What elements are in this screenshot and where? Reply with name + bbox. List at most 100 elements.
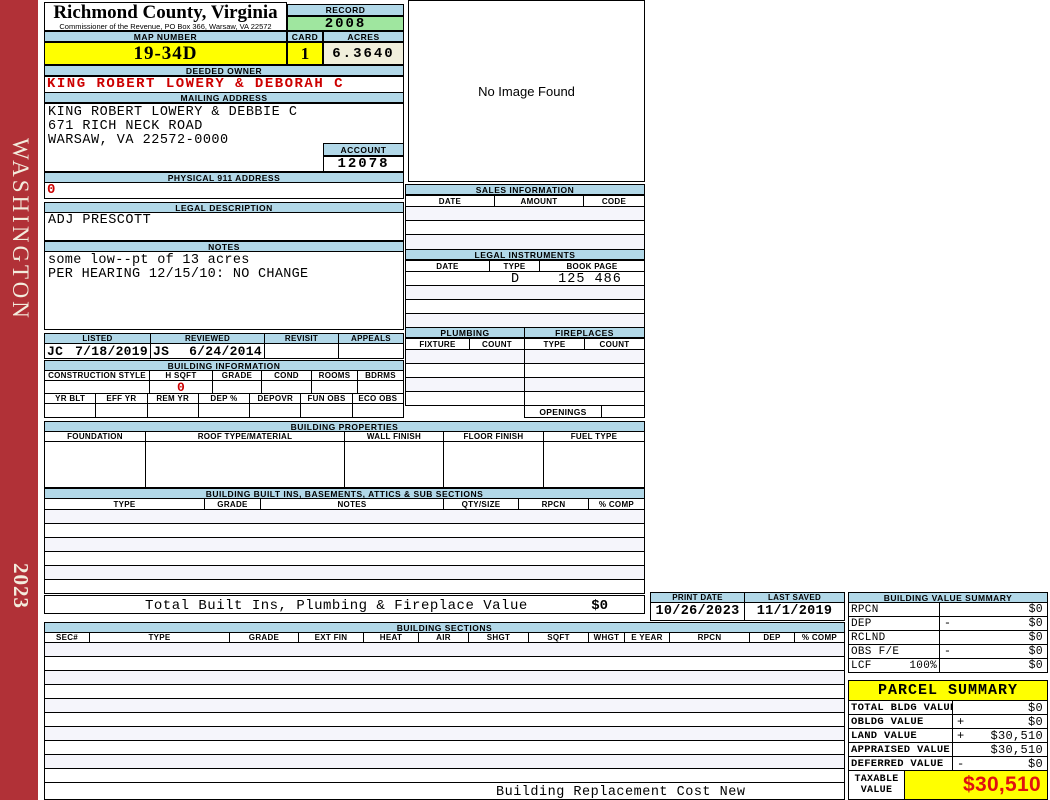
parcel-row: DEFERRED VALUE - $0 bbox=[848, 756, 1048, 771]
bp-fuel-value bbox=[544, 442, 644, 487]
sales-empty-row bbox=[405, 206, 645, 221]
plumbing-empty-row bbox=[405, 349, 645, 364]
bp-col-fuel: FUEL TYPE bbox=[570, 432, 618, 441]
building-sections-empty-row bbox=[44, 712, 845, 727]
bvs-value: $0 bbox=[1028, 645, 1043, 658]
bvs-row: DEP - $0 bbox=[848, 616, 1048, 631]
reviewed-label: REVIEWED bbox=[151, 334, 265, 343]
bs-col-type: TYPE bbox=[90, 633, 230, 642]
bi-col-cond: COND bbox=[262, 371, 312, 380]
building-sections-footer-row: Building Replacement Cost New bbox=[44, 782, 845, 800]
building-sections-empty-row bbox=[44, 768, 845, 783]
bp-wall-value bbox=[345, 442, 444, 487]
parcel-row: OBLDG VALUE + $0 bbox=[848, 714, 1048, 729]
plumbing-empty-row bbox=[405, 377, 645, 392]
taxable-value-label: TAXABLE VALUE bbox=[849, 771, 905, 799]
bi-col-remyr: REM YR bbox=[148, 394, 199, 403]
built-ins-empty-row bbox=[44, 523, 645, 538]
legal-instruments-title: LEGAL INSTRUMENTS bbox=[405, 249, 645, 260]
replacement-cost-note: Building Replacement Cost New bbox=[496, 785, 746, 800]
built-ins-empty-row bbox=[44, 551, 645, 566]
bi-hsqft-value: 0 bbox=[150, 381, 213, 393]
parcel-row: LAND VALUE + $30,510 bbox=[848, 728, 1048, 743]
bvs-value: $0 bbox=[1028, 631, 1043, 644]
bvs-row: LCF 100% $0 bbox=[848, 658, 1048, 673]
account-label: ACCOUNT bbox=[323, 143, 404, 156]
county-header: Richmond County, Virginia Commissioner o… bbox=[44, 2, 287, 31]
legal-instrument-empty-row bbox=[405, 285, 645, 300]
building-sections-empty-row bbox=[44, 670, 845, 685]
bvs-value: $0 bbox=[1028, 617, 1043, 630]
li-col-date: DATE bbox=[406, 261, 490, 271]
bi-construction-style-value bbox=[45, 381, 150, 393]
li-bookpage-value: 125 486 bbox=[558, 272, 622, 286]
bi-col-hsqft: H SQFT bbox=[150, 371, 213, 380]
property-image-panel: No Image Found bbox=[408, 0, 645, 182]
sales-information-title: SALES INFORMATION bbox=[405, 184, 645, 195]
appeals-cell bbox=[339, 344, 403, 358]
taxable-value-amount: $30,510 bbox=[905, 771, 1047, 799]
bvs-row: RCLND $0 bbox=[848, 630, 1048, 645]
legal-instrument-empty-row bbox=[405, 313, 645, 328]
card-label: CARD bbox=[287, 31, 323, 42]
reviewed-by: JS bbox=[153, 344, 170, 358]
bvs-row-label: LCF bbox=[851, 659, 872, 672]
bi-bdrms-value bbox=[358, 381, 403, 393]
bvs-row: RPCN $0 bbox=[848, 602, 1048, 617]
parcel-value: $30,510 bbox=[990, 729, 1043, 742]
building-sections-empty-row bbox=[44, 684, 845, 699]
last-saved-label: LAST SAVED bbox=[745, 593, 844, 602]
parcel-value: $0 bbox=[1027, 715, 1043, 728]
openings-label: OPENINGS bbox=[525, 406, 602, 417]
legal-instrument-empty-row bbox=[405, 299, 645, 314]
bs-col-heat: HEAT bbox=[364, 633, 419, 642]
bs-col-grade: GRADE bbox=[230, 633, 299, 642]
plumbing-empty-row bbox=[405, 391, 645, 406]
parcel-row-label: TOTAL BLDG VALUE bbox=[851, 701, 953, 714]
openings-value bbox=[602, 406, 644, 417]
sales-col-code: CODE bbox=[601, 196, 627, 206]
sales-col-date: DATE bbox=[406, 196, 495, 206]
building-properties-value-row bbox=[44, 441, 645, 488]
bvs-row: OBS F/E - $0 bbox=[848, 644, 1048, 659]
built-ins-empty-row bbox=[44, 537, 645, 552]
openings-row: OPENINGS bbox=[524, 405, 645, 418]
bvs-extra: 100% bbox=[909, 659, 937, 672]
bp-col-wall: WALL FINISH bbox=[345, 432, 444, 441]
built-ins-empty-row bbox=[44, 565, 645, 580]
bp-col-floor: FLOOR FINISH bbox=[444, 432, 544, 441]
bi-grade-value bbox=[213, 381, 262, 393]
listed-cell: JC 7/18/2019 bbox=[45, 344, 151, 358]
district-name: WASHINGTON bbox=[8, 138, 33, 321]
parcel-value: $0 bbox=[1027, 701, 1043, 714]
listed-by: JC bbox=[47, 344, 64, 358]
bvs-op: - bbox=[944, 645, 952, 658]
parcel-row-label: LAND VALUE bbox=[849, 729, 953, 742]
bin-col-grade: GRADE bbox=[205, 499, 261, 509]
bi-col-funobs: FUN OBS bbox=[301, 394, 353, 403]
bvs-row-label: DEP bbox=[849, 617, 940, 630]
li-col-type: TYPE bbox=[490, 261, 540, 271]
bp-col-foundation: FOUNDATION bbox=[45, 432, 146, 441]
reviewed-cell: JS 6/24/2014 bbox=[151, 344, 265, 358]
appeals-label: APPEALS bbox=[339, 334, 403, 343]
bvs-value: $0 bbox=[1028, 659, 1043, 672]
parcel-row-label: DEFERRED VALUE bbox=[849, 757, 953, 770]
parcel-value: $0 bbox=[1027, 757, 1043, 770]
building-sections-empty-row bbox=[44, 754, 845, 769]
parcel-row-label: OBLDG VALUE bbox=[849, 715, 953, 728]
bs-col-sec: SEC# bbox=[45, 633, 90, 642]
fireplaces-title: FIREPLACES bbox=[524, 327, 645, 338]
sales-col-amount: AMOUNT bbox=[495, 196, 584, 206]
building-sections-empty-row bbox=[44, 726, 845, 741]
fireplaces-col-count: COUNT bbox=[599, 339, 630, 349]
building-sections-empty-row bbox=[44, 740, 845, 755]
bs-col-whgt: WHGT bbox=[589, 633, 625, 642]
parcel-op: + bbox=[957, 729, 965, 742]
sales-empty-row bbox=[405, 220, 645, 235]
physical-911-value: 0 bbox=[44, 182, 404, 199]
bi-cond-value bbox=[262, 381, 312, 393]
print-date-value: 10/26/2023 bbox=[651, 603, 745, 620]
commissioner-line: Commissioner of the Revenue, PO Box 366,… bbox=[59, 22, 272, 31]
mailing-line: 671 RICH NECK ROAD bbox=[48, 119, 203, 134]
